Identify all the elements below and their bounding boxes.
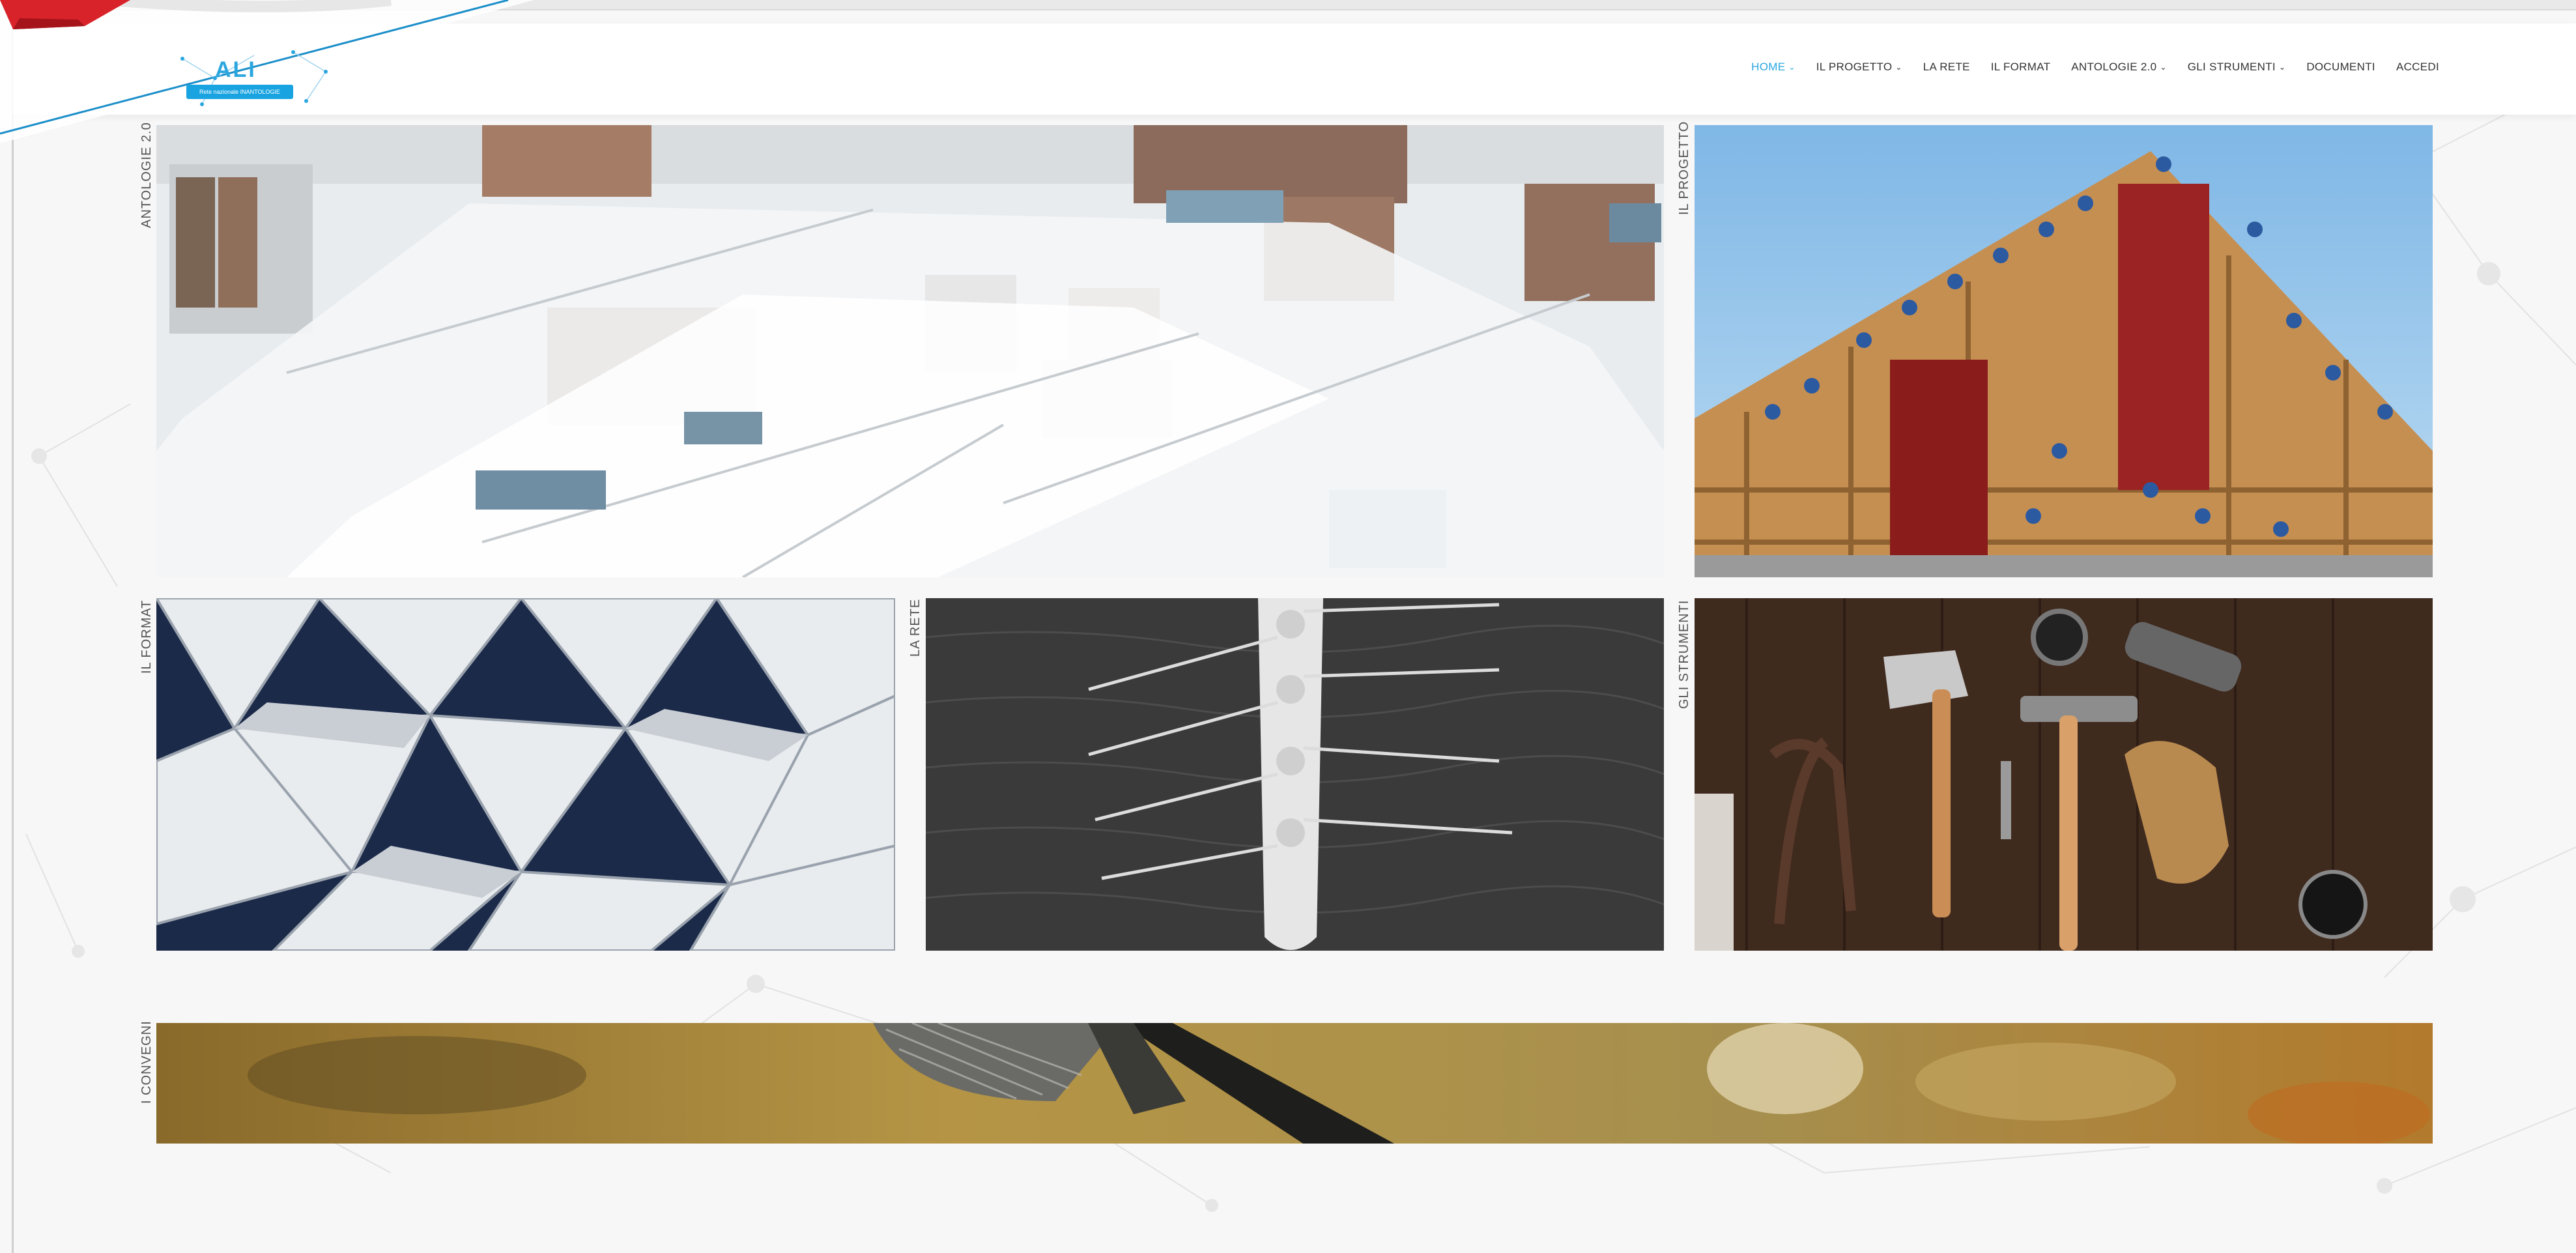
tile-label-rete: LA RETE [908,598,923,657]
chevron-down-icon: ⌄ [1788,63,1796,72]
left-edge-rule [12,0,14,1253]
nav-item-label: IL PROGETTO [1816,61,1893,73]
chevron-down-icon: ⌄ [2160,63,2167,72]
tile-label-antologie: ANTOLOGIE 2.0 [139,122,154,228]
tile-label-convegni: I CONVEGNI [139,1020,154,1104]
tile-rete[interactable] [926,598,1664,951]
nav-item-il-format[interactable]: IL FORMAT [1991,61,2050,74]
rowing-boat-image [926,598,1664,951]
tile-format[interactable] [156,598,895,951]
chevron-down-icon: ⌄ [2278,63,2286,72]
tools-on-wood-image [1695,598,2433,951]
tile-label-progetto: IL PROGETTO [1677,121,1691,215]
nav-item-accedi[interactable]: ACCEDI [2396,61,2439,74]
nav-item-label: LA RETE [1923,61,1970,73]
geometric-lattice-image [156,598,895,951]
chevron-down-icon: ⌄ [1895,63,1902,72]
barn-construction-image [1695,125,2433,577]
nav-item-label: IL FORMAT [1990,61,2051,73]
logo-wordmark[interactable]: ALI [215,57,257,83]
nav-item-home[interactable]: HOME ⌄ [1751,61,1796,74]
nav-item-antologie[interactable]: ANTOLOGIE 2.0 ⌄ [2071,61,2167,74]
logo-tagline-badge: Rete nazionale INANTOLOGIE [186,85,293,99]
tile-antologie[interactable] [156,125,1664,577]
nav-item-label: ACCEDI [2396,61,2439,73]
tile-strumenti[interactable] [1695,598,2433,951]
nav-item-label: DOCUMENTI [2306,61,2375,73]
nav-item-la-rete[interactable]: LA RETE [1923,61,1970,74]
nav-item-il-progetto[interactable]: IL PROGETTO ⌄ [1816,61,1902,74]
tile-label-format: IL FORMAT [139,599,154,674]
nav-item-label: HOME [1751,61,1786,73]
tile-convegni[interactable] [156,1023,2433,1144]
nav-item-label: ANTOLOGIE 2.0 [2071,61,2157,73]
logo-network-mark [180,50,328,106]
nav-item-label: GLI STRUMENTI [2187,61,2276,73]
library-interior-image [156,125,1664,577]
nav-item-documenti[interactable]: DOCUMENTI [2306,61,2375,74]
tile-progetto[interactable] [1695,125,2433,577]
microphone-image [156,1023,2433,1144]
main-navigation: HOME ⌄ IL PROGETTO ⌄ LA RETE IL FORMAT ANT… [1730,61,2439,74]
nav-item-gli-strumenti[interactable]: GLI STRUMENTI ⌄ [2188,61,2286,74]
tile-label-strumenti: GLI STRUMENTI [1677,599,1691,709]
